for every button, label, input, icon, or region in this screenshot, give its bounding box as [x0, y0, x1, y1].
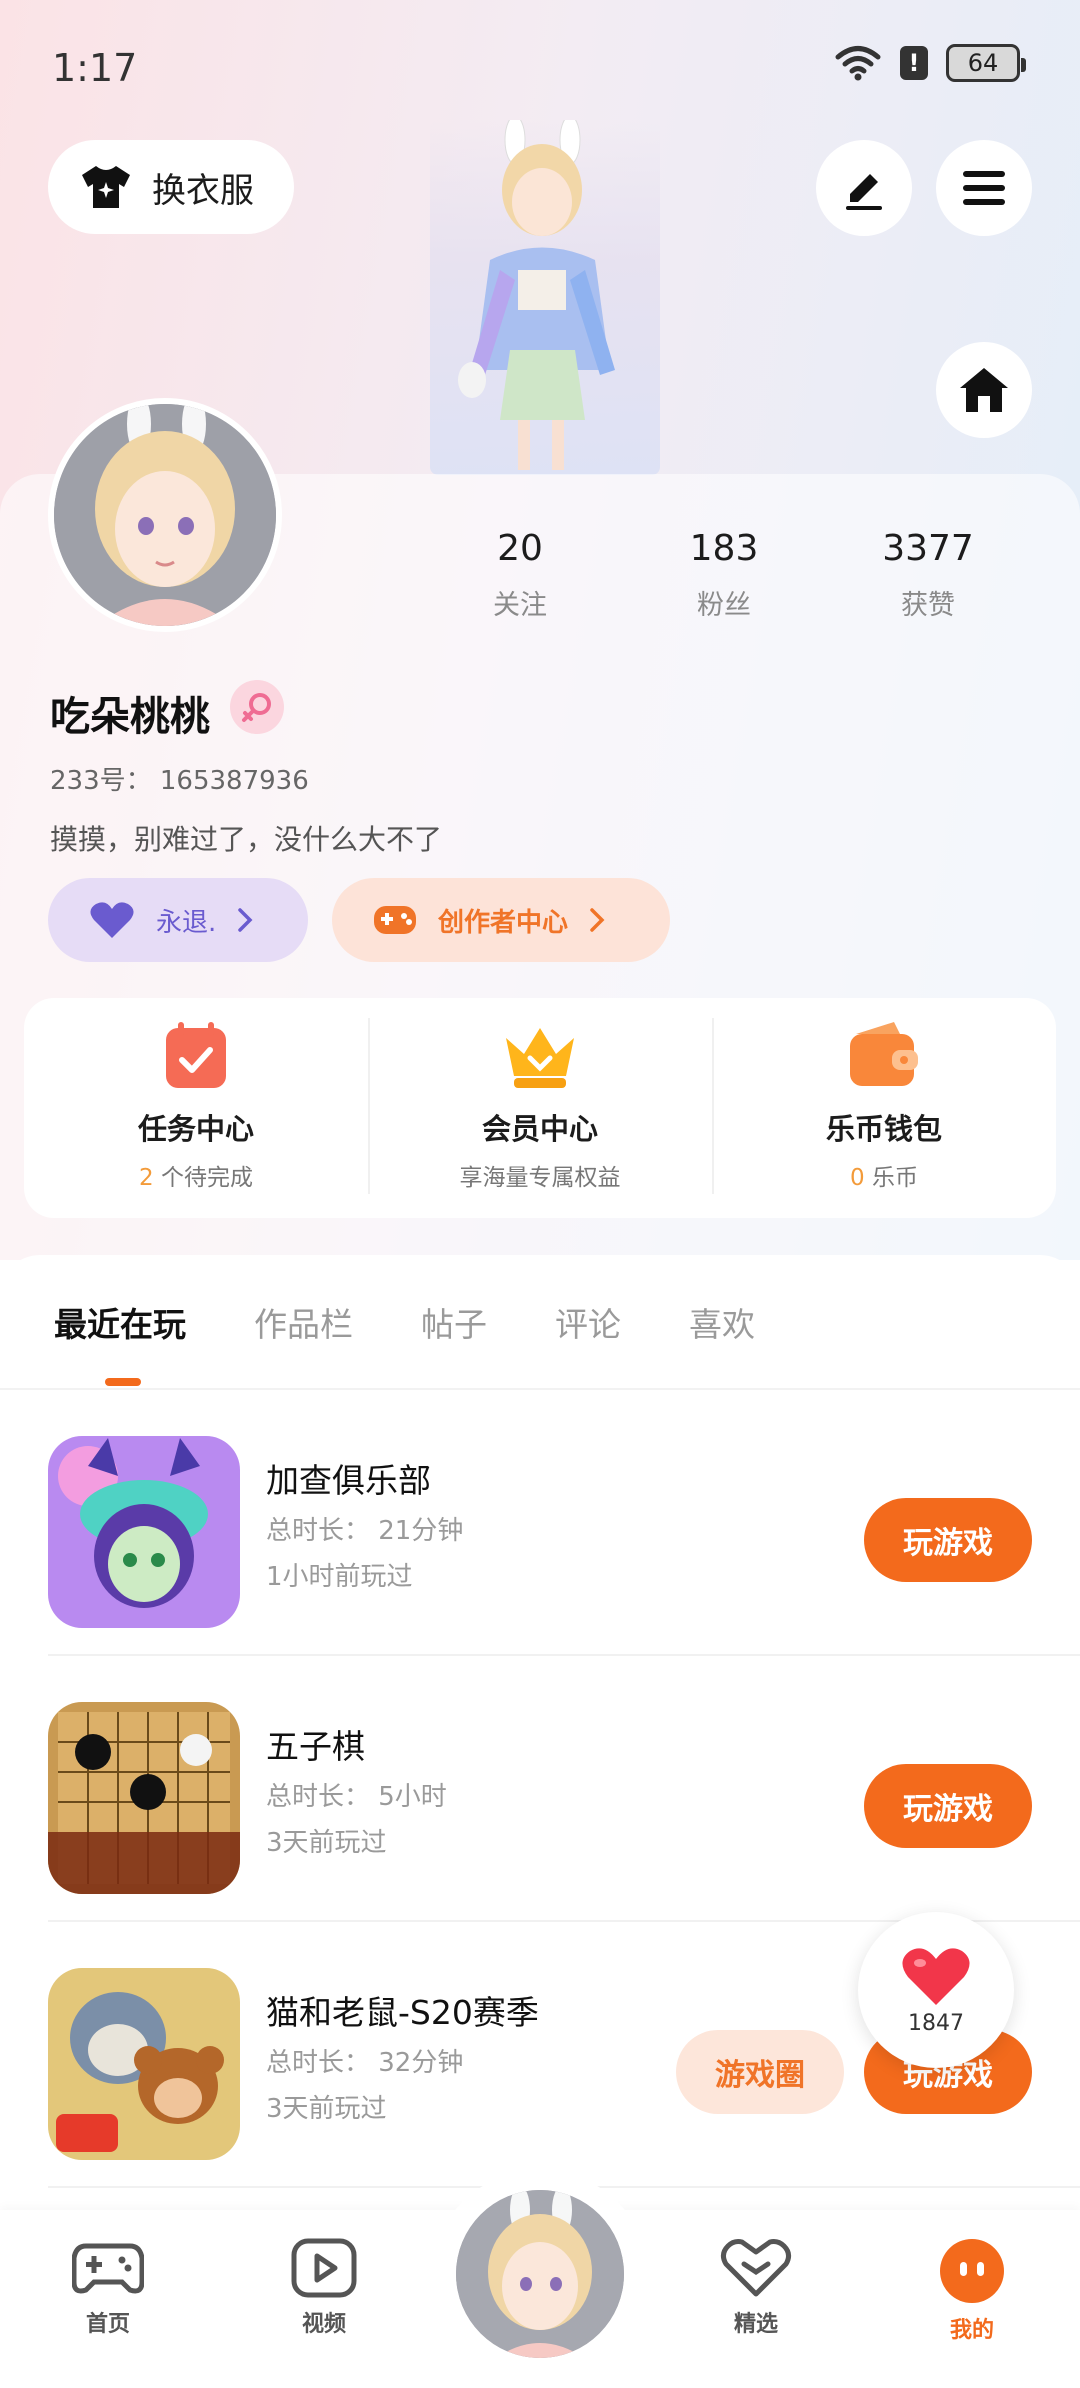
- change-outfit-button[interactable]: 换衣服: [48, 140, 294, 234]
- menu-button[interactable]: [936, 140, 1032, 236]
- heart-icon: [902, 1947, 970, 2005]
- stat-following[interactable]: 20 关注: [418, 528, 622, 622]
- task-center-entry[interactable]: 任务中心 2 个待完成: [24, 998, 368, 1218]
- tab-comments[interactable]: 评论: [555, 1298, 621, 1346]
- heart-diamond-icon: [720, 2239, 792, 2297]
- fan-club-button[interactable]: 永退.: [48, 878, 308, 962]
- edit-profile-button[interactable]: [816, 140, 912, 236]
- game-icon: [48, 1968, 240, 2160]
- avatar-figure: [430, 120, 660, 475]
- quick-sub-text: 乐币: [864, 1165, 918, 1191]
- status-time: 1:17: [52, 46, 138, 90]
- stat-label: 粉丝: [697, 590, 751, 621]
- tab-works[interactable]: 作品栏: [254, 1298, 353, 1346]
- game-icon: [48, 1702, 240, 1894]
- change-outfit-label: 换衣服: [152, 170, 254, 211]
- quick-title: 会员中心: [481, 1112, 598, 1146]
- stat-value: 183: [689, 528, 759, 569]
- like-float-button[interactable]: 1847: [858, 1912, 1014, 2068]
- female-icon: [230, 680, 284, 734]
- stat-followers[interactable]: 183 粉丝: [622, 528, 826, 622]
- tab-indicator: [105, 1378, 141, 1386]
- user-bio: 摸摸，别难过了，没什么大不了: [50, 823, 443, 856]
- like-count: 1847: [908, 2010, 964, 2036]
- quick-title: 任务中心: [137, 1112, 254, 1146]
- gamepad-icon: [72, 2243, 144, 2294]
- quick-subtitle: 享海量专属权益: [460, 1158, 621, 1192]
- calendar-check-icon: [166, 1022, 226, 1088]
- creator-center-button[interactable]: 创作者中心: [332, 878, 670, 962]
- quick-title: 乐币钱包: [825, 1112, 942, 1146]
- profile-tabs: 最近在玩 作品栏 帖子 评论 喜欢: [54, 1298, 823, 1346]
- nav-mine[interactable]: 我的: [902, 2238, 1042, 2344]
- home-button[interactable]: [936, 342, 1032, 438]
- nav-label: 首页: [85, 2312, 130, 2337]
- user-id: 233号： 165387936: [50, 766, 309, 796]
- chevron-right-icon: [590, 908, 605, 932]
- game-last-played: 3天前玩过: [266, 1828, 387, 1858]
- crown-icon: [506, 1028, 574, 1088]
- stat-value: 3377: [882, 528, 974, 569]
- stat-likes[interactable]: 3377 获赞: [826, 528, 1030, 622]
- tab-recent[interactable]: 最近在玩: [54, 1298, 186, 1346]
- list-item[interactable]: 五子棋 总时长： 5小时 3天前玩过 玩游戏: [0, 1656, 1080, 1922]
- quick-entries: 任务中心 2 个待完成 会员中心 享海量专属权益 乐币钱包 0 乐币: [24, 998, 1056, 1218]
- wifi-icon: [835, 46, 881, 81]
- play-game-button[interactable]: 玩游戏: [864, 1498, 1032, 1582]
- game-duration: 总时长： 21分钟: [266, 1516, 464, 1546]
- nav-featured[interactable]: 精选: [686, 2238, 826, 2338]
- avatar[interactable]: [48, 398, 282, 632]
- username: 吃朵桃桃: [50, 694, 210, 740]
- fan-club-label: 永退.: [156, 907, 217, 938]
- play-video-icon: [291, 2238, 357, 2298]
- game-name: 猫和老鼠-S20赛季: [266, 1993, 539, 2032]
- game-last-played: 1小时前玩过: [266, 1562, 413, 1592]
- play-game-button[interactable]: 玩游戏: [864, 1764, 1032, 1848]
- game-name: 加查俱乐部: [266, 1461, 431, 1500]
- nav-home[interactable]: 首页: [38, 2238, 178, 2338]
- game-duration: 总时长： 32分钟: [266, 2048, 464, 2078]
- nav-label: 视频: [301, 2312, 346, 2337]
- game-last-played: 3天前玩过: [266, 2094, 387, 2124]
- game-icon: [48, 1436, 240, 1628]
- stat-label: 获赞: [901, 590, 955, 621]
- pen-icon: [846, 174, 882, 210]
- pending-count: 2: [139, 1165, 154, 1191]
- list-item[interactable]: 加查俱乐部 总时长： 21分钟 1小时前玩过 玩游戏: [0, 1390, 1080, 1656]
- wallet-icon: [850, 1022, 918, 1086]
- tab-posts[interactable]: 帖子: [421, 1298, 487, 1346]
- profile-stats: 20 关注 183 粉丝 3377 获赞: [418, 528, 1030, 622]
- game-name: 五子棋: [266, 1727, 365, 1766]
- home-icon: [960, 368, 1008, 412]
- nav-video[interactable]: 视频: [254, 2238, 394, 2338]
- chevron-right-icon: [238, 908, 253, 932]
- menu-icon: [963, 171, 1005, 205]
- nav-label: 我的: [949, 2318, 994, 2343]
- stat-label: 关注: [493, 590, 547, 621]
- alert-icon: !: [900, 46, 928, 80]
- profile-face-icon: [940, 2239, 1004, 2303]
- game-circle-button[interactable]: 游戏圈: [676, 2030, 844, 2114]
- status-icons: ! 64: [834, 44, 1026, 82]
- tab-likes[interactable]: 喜欢: [689, 1298, 755, 1346]
- gamepad-icon: [374, 906, 416, 934]
- nav-label: 精选: [733, 2312, 778, 2337]
- game-duration: 总时长： 5小时: [266, 1782, 447, 1812]
- quick-sub-text: 享海量专属权益: [459, 1165, 621, 1191]
- wallet-entry[interactable]: 乐币钱包 0 乐币: [712, 998, 1056, 1218]
- tshirt-icon: [82, 166, 130, 208]
- coin-count: 0: [850, 1165, 865, 1191]
- stat-value: 20: [497, 528, 543, 569]
- creator-center-label: 创作者中心: [438, 907, 569, 938]
- quick-sub-text: 个待完成: [153, 1165, 253, 1191]
- quick-subtitle: 0 乐币: [850, 1158, 918, 1192]
- heart-icon: [90, 902, 134, 938]
- vip-center-entry[interactable]: 会员中心 享海量专属权益: [368, 998, 712, 1218]
- battery-icon: 64: [946, 44, 1026, 82]
- nav-avatar-button[interactable]: [456, 2190, 624, 2358]
- quick-subtitle: 2 个待完成: [139, 1158, 253, 1192]
